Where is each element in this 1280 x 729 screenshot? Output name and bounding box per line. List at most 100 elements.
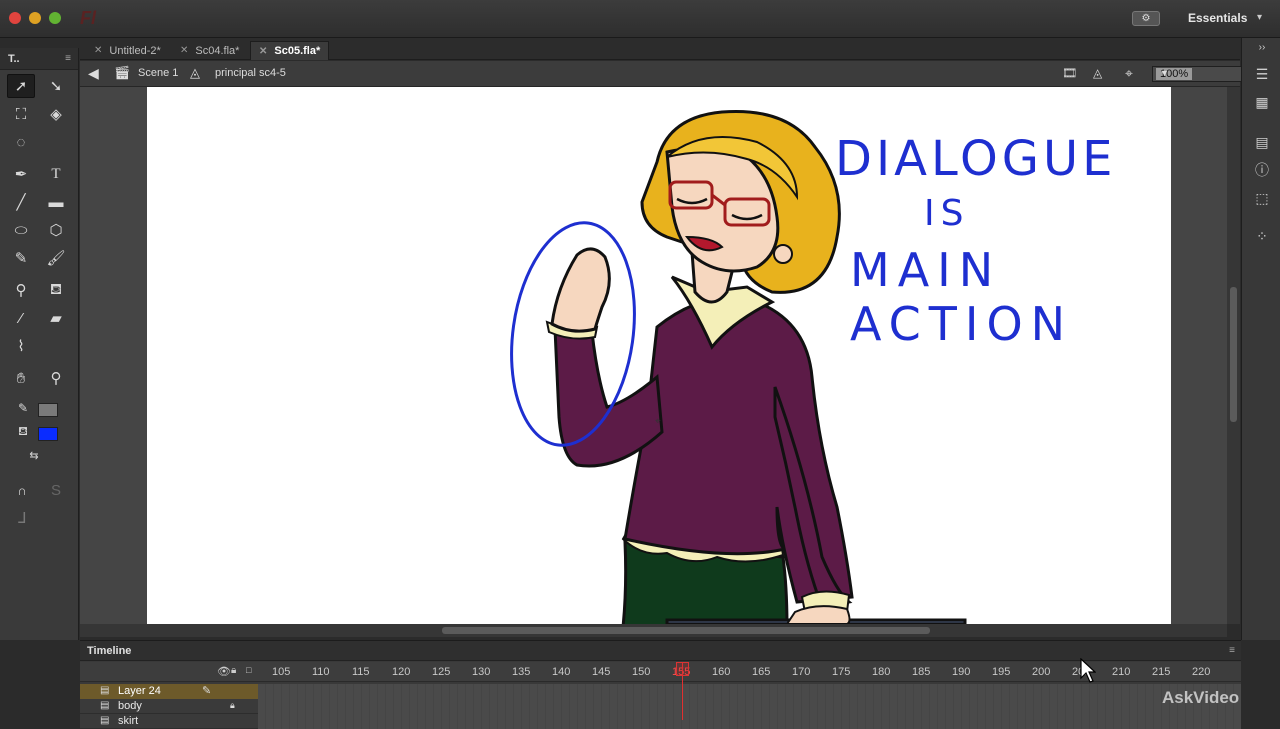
layer-row[interactable]: skirt ▤ (80, 714, 1241, 729)
scene-breadcrumb[interactable]: Scene 1 (138, 67, 178, 79)
fill-color-swatch[interactable] (38, 427, 58, 441)
outline-icon[interactable]: □ (246, 665, 251, 675)
free-transform-tool-icon[interactable]: ⛶ (7, 102, 35, 126)
oval-tool-icon[interactable]: ⬭ (7, 218, 35, 242)
frame-number: 160 (712, 666, 731, 678)
timeline-panel: Timeline ≡ 👁︎ 🔒︎ □ 105 110 115 120 125 1… (80, 640, 1241, 729)
tab-label: Untitled-2* (109, 44, 161, 57)
horizontal-scrollbar[interactable] (80, 624, 1227, 637)
eraser-tool-icon[interactable]: ▰ (42, 306, 70, 330)
title-bar: Fl ⚙ Essentials ▾ (0, 0, 1280, 38)
frame-number: 165 (752, 666, 771, 678)
chevron-down-icon: ▼ (1160, 68, 1169, 78)
panel-menu-icon[interactable]: ≡ (1229, 645, 1235, 656)
mouse-cursor-icon (1080, 658, 1096, 683)
frame-number: 145 (592, 666, 611, 678)
subselection-tool-icon[interactable]: ➘ (42, 74, 70, 98)
layer-row[interactable]: body ▤ 🔒︎ (80, 699, 1241, 714)
layer-icon: ▤ (100, 685, 110, 696)
zoom-select[interactable]: 100% ▼ (1152, 66, 1242, 82)
edit-scene-icon[interactable]: 🎞︎ (1062, 66, 1077, 80)
align-panel-icon[interactable]: ▤ (1254, 134, 1270, 150)
horizontal-scroll-thumb[interactable] (442, 627, 930, 634)
edit-symbol-icon[interactable]: ◬ (1093, 66, 1102, 80)
workspace-switcher[interactable]: Essentials (1188, 11, 1247, 25)
window-minimize-button[interactable] (29, 12, 41, 24)
frame-number: 140 (552, 666, 571, 678)
frame-number: 130 (472, 666, 491, 678)
line-tool-icon[interactable]: ╱ (7, 190, 35, 214)
layer-frames[interactable] (258, 699, 1241, 714)
layer-icon: ▤ (100, 715, 110, 726)
window-close-button[interactable] (9, 12, 21, 24)
close-icon[interactable]: ✕ (259, 46, 267, 57)
vertical-scrollbar[interactable] (1227, 87, 1240, 624)
frame-number: 185 (912, 666, 931, 678)
pen-tool-icon[interactable]: ✒ (7, 162, 35, 186)
brush-tool-icon[interactable]: 🖌︎ (42, 246, 70, 270)
panel-menu-icon[interactable]: ≡ (65, 53, 71, 64)
tab-label: Sc04.fla* (195, 44, 240, 57)
smooth-icon[interactable]: S (42, 478, 70, 502)
annotation-main-action: MAIN ACTION (850, 243, 1074, 351)
vertical-scroll-thumb[interactable] (1230, 287, 1237, 422)
annotation-is: IS (924, 193, 970, 234)
library-panel-icon[interactable]: ▦ (1254, 94, 1270, 110)
frame-number: 190 (952, 666, 971, 678)
back-arrow-icon[interactable]: ◀ (88, 65, 99, 82)
stroke-color-icon: ✎ (17, 401, 29, 415)
polystar-tool-icon[interactable]: ⬡ (42, 218, 70, 242)
tab-sc04[interactable]: ✕ Sc04.fla* (172, 41, 247, 60)
snap-to-objects-icon[interactable]: ∩ (8, 478, 36, 502)
zoom-tool-icon[interactable]: ⚲ (42, 366, 70, 390)
close-icon[interactable]: ✕ (180, 45, 188, 56)
layer-frames[interactable] (258, 684, 1241, 699)
stroke-color-swatch[interactable] (38, 403, 58, 417)
layer-frames[interactable] (258, 714, 1241, 729)
collapse-icon[interactable]: ›› (1254, 40, 1270, 56)
center-stage-icon[interactable]: ⌖ (1125, 65, 1133, 82)
tab-sc05[interactable]: ✕ Sc05.fla* (250, 41, 330, 60)
properties-panel-icon[interactable]: ☰ (1254, 66, 1270, 82)
frame-ruler[interactable]: 👁︎ 🔒︎ □ 105 110 115 120 125 130 135 140 … (80, 662, 1241, 682)
layer-row[interactable]: Layer 24 ▤ ✎ (80, 684, 1241, 699)
frame-number: 210 (1112, 666, 1131, 678)
sync-settings-icon[interactable]: ⚙ (1132, 11, 1160, 26)
motion-presets-icon[interactable]: ⁘ (1254, 228, 1270, 244)
window-maximize-button[interactable] (49, 12, 61, 24)
width-tool-icon[interactable]: ⌇ (7, 334, 35, 358)
frame-number: 215 (1152, 666, 1171, 678)
lasso-tool-icon[interactable]: ◌ (7, 130, 35, 154)
frame-number: 135 (512, 666, 531, 678)
watermark-logo: AskVideo (1162, 688, 1240, 707)
show-hide-icon[interactable]: 👁︎ (217, 665, 231, 678)
close-icon[interactable]: ✕ (94, 45, 102, 56)
pencil-tool-icon[interactable]: ✎ (7, 246, 35, 270)
hand-tool-icon[interactable]: ✋︎ (7, 366, 35, 390)
document-tab-bar: ✕ Untitled-2* ✕ Sc04.fla* ✕ Sc05.fla* (80, 38, 1240, 60)
text-tool-icon[interactable]: T (42, 162, 70, 186)
frame-number: 120 (392, 666, 411, 678)
lock-icon[interactable]: 🔒︎ (230, 700, 235, 711)
swap-colors-icon[interactable]: ⇆ (22, 446, 46, 464)
frame-number: 180 (872, 666, 891, 678)
bone-tool-icon[interactable]: ⚲ (7, 278, 35, 302)
paint-bucket-tool-icon[interactable]: ⛾ (42, 278, 70, 302)
info-panel-icon[interactable]: ⓘ (1254, 162, 1270, 178)
chevron-down-icon[interactable]: ▾ (1257, 12, 1262, 23)
frame-number: 125 (432, 666, 451, 678)
eyedropper-tool-icon[interactable]: ⁄ (7, 306, 35, 330)
tab-untitled-2[interactable]: ✕ Untitled-2* (86, 41, 169, 60)
selection-tool-icon[interactable]: ➚ (7, 74, 35, 98)
symbol-breadcrumb[interactable]: principal sc4-5 (215, 67, 286, 79)
timeline-title: Timeline (80, 641, 1241, 661)
transform-panel-icon[interactable]: ⬚ (1254, 190, 1270, 206)
tools-panel: T.. ≡ ➚ ➘ ⛶ ◈ ◌ ✒ T ╱ ▬ ⬭ ⬡ ✎ 🖌︎ ⚲ ⛾ ⁄ ▰… (0, 48, 79, 640)
right-panel-dock: ›› ☰ ▦ ▤ ⓘ ⬚ ⁘ (1241, 38, 1280, 640)
rectangle-tool-icon[interactable]: ▬ (42, 190, 70, 214)
fill-color-icon: ⛾ (18, 424, 28, 438)
3d-rotation-tool-icon[interactable]: ◈ (42, 102, 70, 126)
lock-icon[interactable]: 🔒︎ (231, 665, 236, 676)
straighten-icon[interactable]: ᒧ (8, 506, 36, 530)
stage-canvas[interactable]: ⌖ DIALOGUE IS MAIN ACTION (147, 87, 1171, 624)
